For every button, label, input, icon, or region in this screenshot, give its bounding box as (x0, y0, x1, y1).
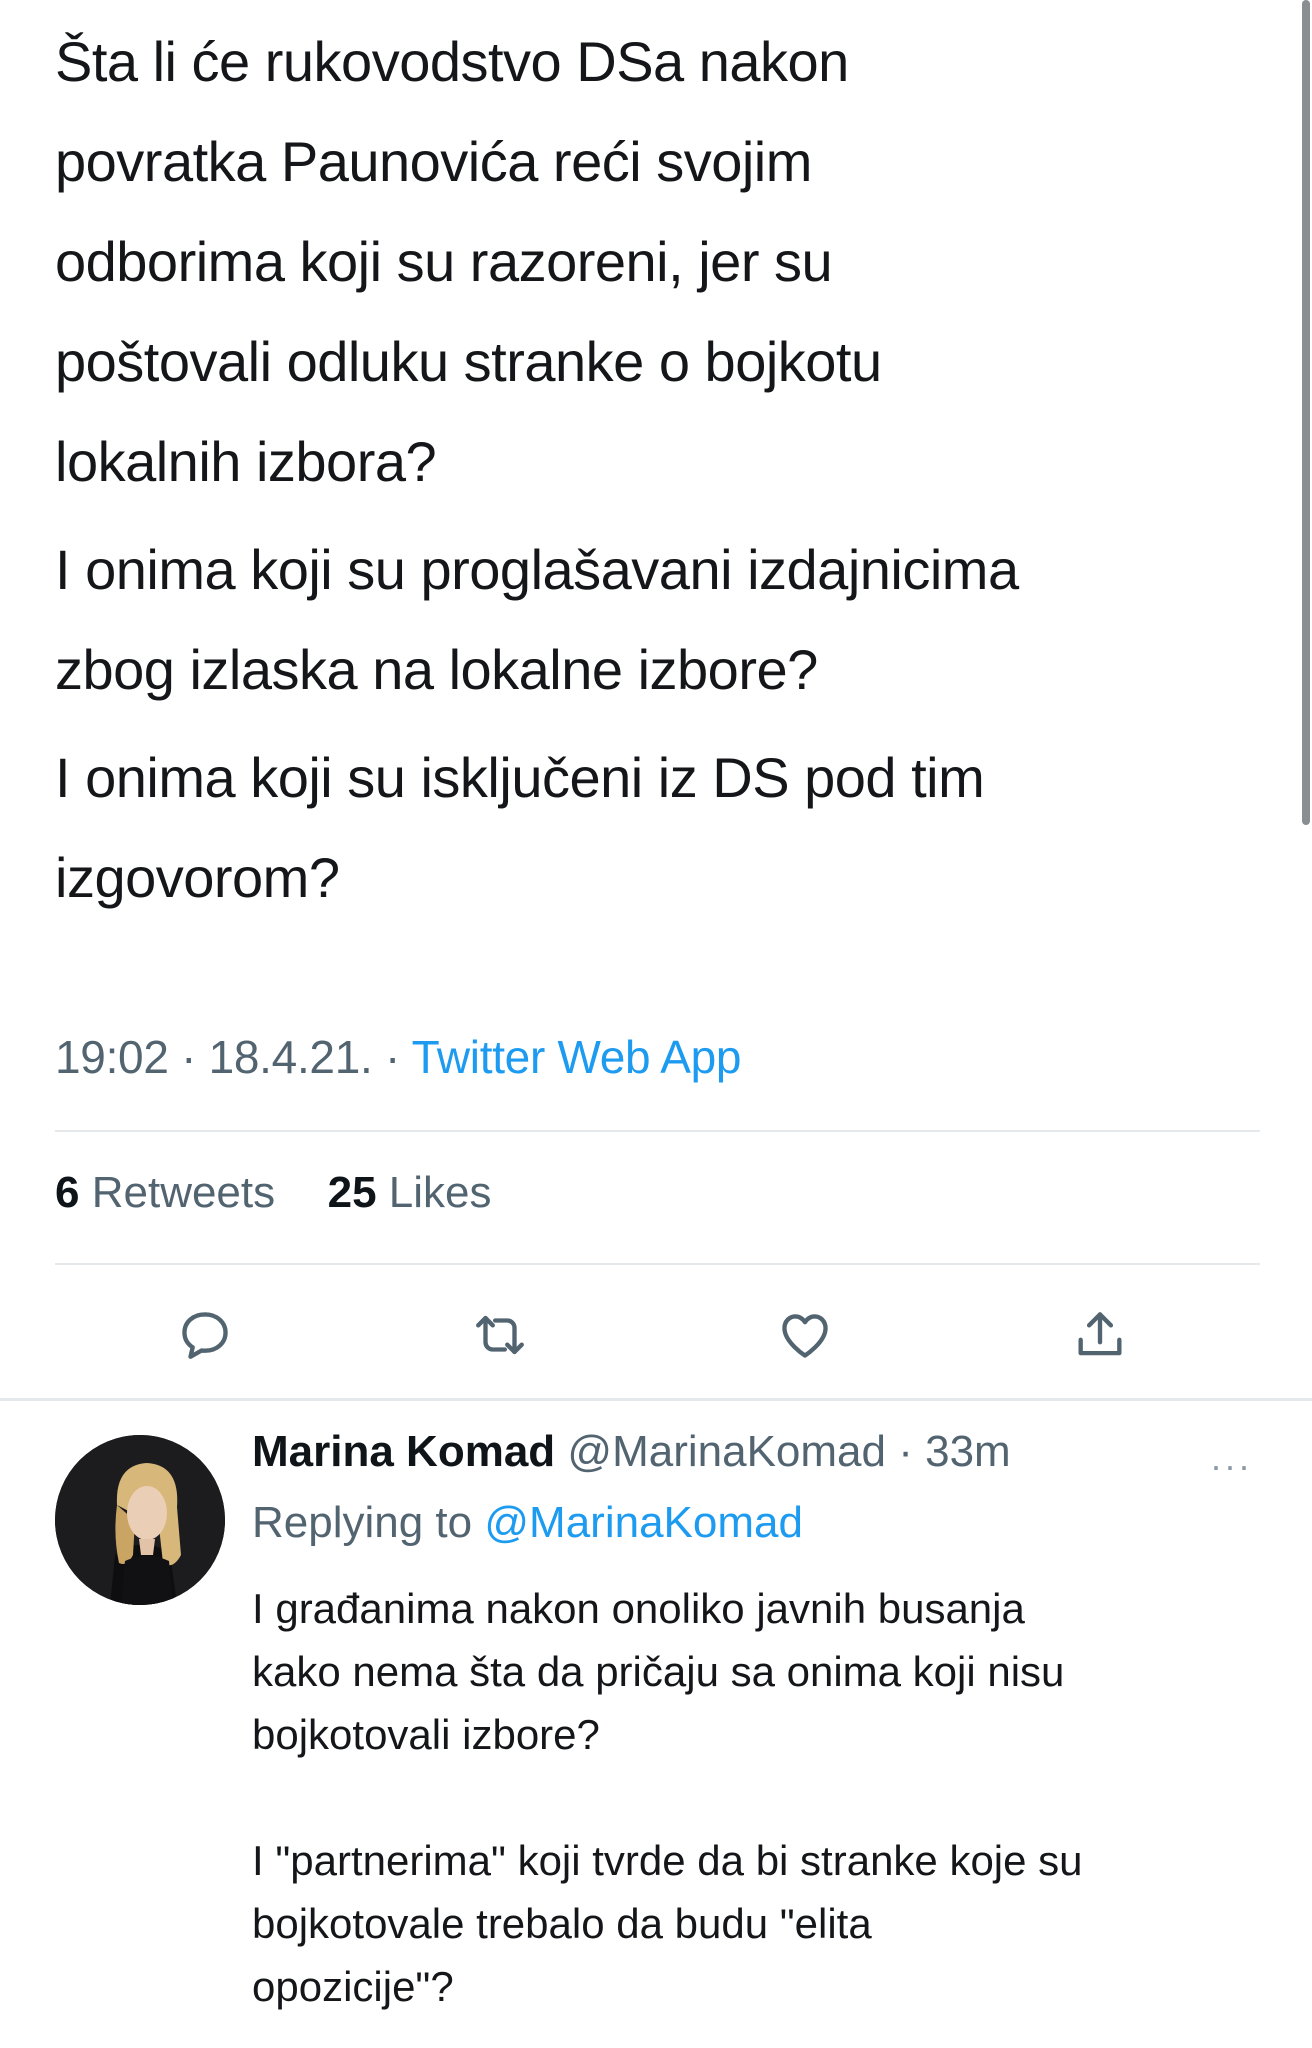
likes-label: Likes (388, 1168, 492, 1217)
tweet-line: odborima koji su razoreni, jer su (55, 230, 833, 293)
tweet-stats: 6 Retweets 25 Likes (55, 1168, 492, 1218)
replying-to-mention[interactable]: @MarinaKomad (484, 1498, 803, 1547)
scrollbar[interactable] (1302, 0, 1310, 825)
retweet-button[interactable] (465, 1300, 535, 1370)
retweet-icon (476, 1315, 524, 1355)
tweet-line: poštovali odluku stranke o bojkotu (55, 330, 882, 393)
reply-icon (182, 1312, 228, 1359)
tweet-line: lokalnih izbora? (55, 430, 437, 493)
tweet-line: povratka Paunovića reći svojim (55, 130, 812, 193)
tweet-source-link[interactable]: Twitter Web App (412, 1031, 742, 1083)
share-button[interactable] (1065, 1300, 1135, 1370)
tweet-meta: 19:02 · 18.4.21. · Twitter Web App (55, 1030, 742, 1084)
tweet-screenshot: Šta li će rukovodstvo DSa nakon povratka… (0, 0, 1312, 2048)
reply-button[interactable] (170, 1300, 240, 1370)
more-options-icon[interactable]: ··· (1210, 1445, 1252, 1487)
replying-to: Replying to @MarinaKomad (252, 1498, 803, 1548)
retweets-stat[interactable]: 6 Retweets (55, 1168, 287, 1217)
reply-line: kako nema šta da pričaju sa onima koji n… (252, 1648, 1065, 1695)
tweet-line: I onima koji su proglašavani izdajnicima (55, 538, 1019, 601)
reply-paragraph: I građanima nakon onoliko javnih busanja… (252, 1577, 1282, 1766)
display-name[interactable]: Marina Komad (252, 1427, 555, 1476)
reply-line: I "partnerima" koji tvrde da bi stranke … (252, 1837, 1083, 1884)
tweet-time[interactable]: 19:02 (55, 1031, 169, 1083)
retweets-count: 6 (55, 1168, 80, 1217)
likes-count: 25 (327, 1168, 377, 1217)
divider (55, 1130, 1260, 1132)
like-icon (782, 1314, 828, 1358)
reply-line: bojkotovali izbore? (252, 1711, 600, 1758)
tweet-paragraph: I onima koji su proglašavani izdajnicima… (55, 520, 1255, 720)
tweet-actions (0, 1300, 1312, 1370)
like-button[interactable] (770, 1300, 840, 1370)
reply-time[interactable]: 33m (925, 1427, 1011, 1476)
reply-text: I građanima nakon onoliko javnih busanja… (252, 1577, 1282, 2018)
tweet-line: izgovorom? (55, 846, 340, 909)
tweet-paragraph: I onima koji su isključeni iz DS pod tim… (55, 728, 1255, 928)
reply-paragraph: I "partnerima" koji tvrde da bi stranke … (252, 1829, 1282, 2018)
reply-header: Marina Komad @MarinaKomad · 33m (252, 1427, 1011, 1477)
avatar-image (55, 1435, 225, 1605)
avatar[interactable] (55, 1435, 225, 1605)
share-icon (1078, 1312, 1122, 1356)
meta-separator: · (885, 1427, 926, 1476)
tweet-line: I onima koji su isključeni iz DS pod tim (55, 746, 985, 809)
tweet-line: zbog izlaska na lokalne izbore? (55, 638, 818, 701)
reply-line: opozicije"? (252, 1963, 454, 2010)
meta-separator: · (384, 1031, 412, 1083)
user-handle[interactable]: @MarinaKomad (567, 1427, 886, 1476)
divider (55, 1263, 1260, 1265)
tweet-date[interactable]: 18.4.21. (209, 1031, 373, 1083)
tweet-paragraph: Šta li će rukovodstvo DSa nakon povratka… (55, 12, 1255, 512)
meta-separator: · (181, 1031, 209, 1083)
retweets-label: Retweets (91, 1168, 276, 1217)
section-divider (0, 1398, 1312, 1401)
replying-prefix: Replying to (252, 1498, 473, 1547)
reply-line: bojkotovale trebalo da budu "elita (252, 1900, 872, 1947)
reply-line: I građanima nakon onoliko javnih busanja (252, 1585, 1025, 1632)
likes-stat[interactable]: 25 Likes (328, 1168, 492, 1217)
tweet-text: Šta li će rukovodstvo DSa nakon povratka… (55, 12, 1255, 928)
tweet-line: Šta li će rukovodstvo DSa nakon (55, 30, 849, 93)
